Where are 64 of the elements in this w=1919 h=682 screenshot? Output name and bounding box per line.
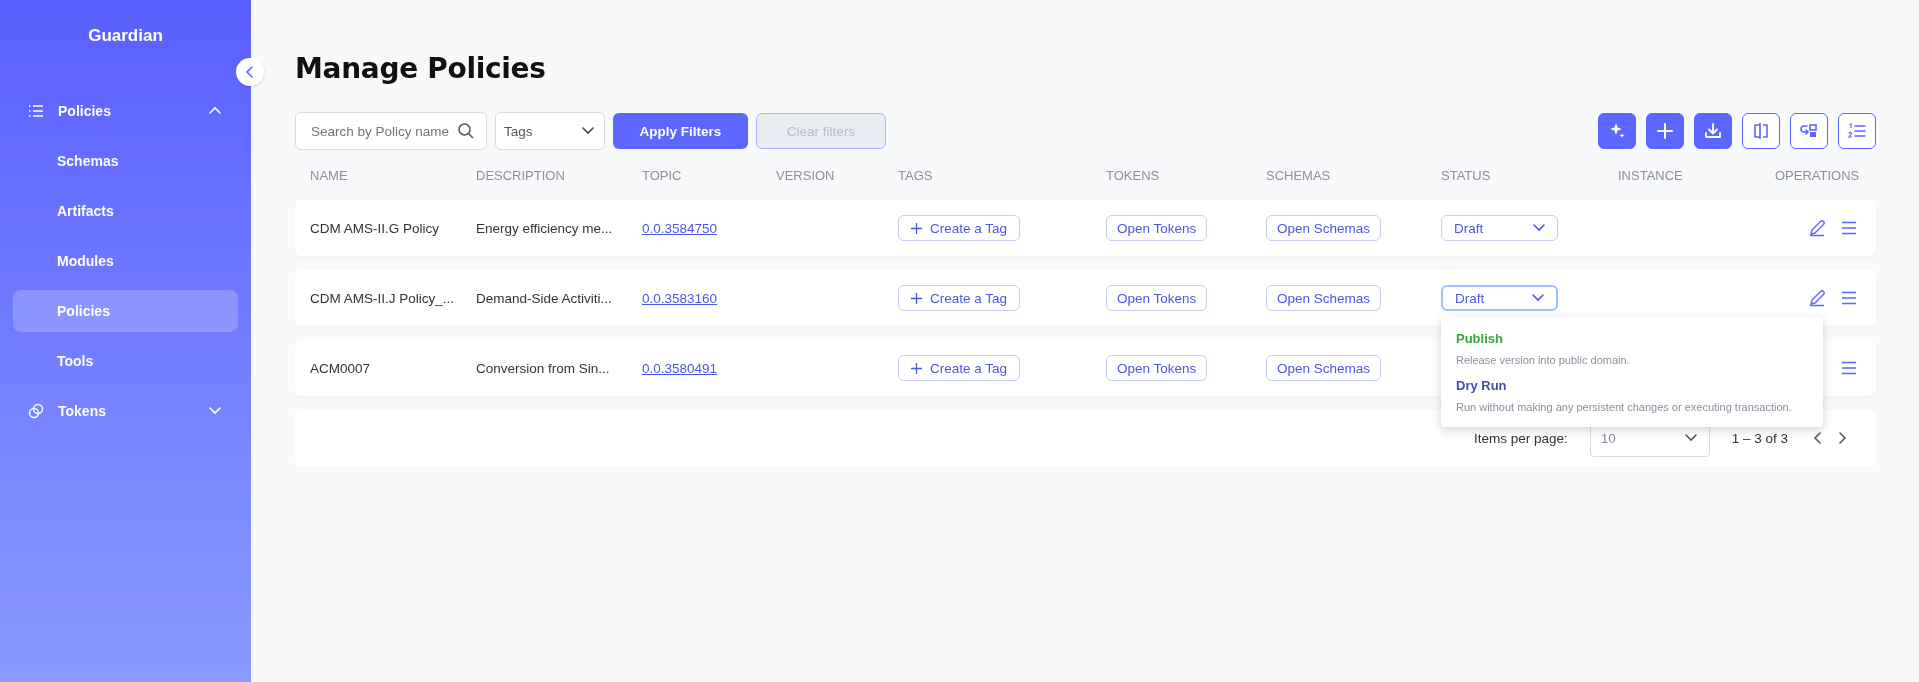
menu-icon[interactable] (1840, 289, 1858, 307)
table-cell-text: Demand-Side Activiti... (476, 290, 613, 306)
plus-icon (1654, 120, 1676, 142)
menu-icon[interactable] (1840, 359, 1858, 377)
edit-icon[interactable] (1808, 289, 1826, 307)
column-header: DESCRIPTION (476, 167, 566, 183)
column-header: TAGS (898, 167, 934, 183)
topic-link[interactable]: 0.0.3580491 (642, 360, 718, 376)
collapse-button[interactable] (236, 58, 264, 86)
plus-icon (911, 292, 922, 304)
numbered-list-button[interactable] (1838, 113, 1876, 149)
page-range: 1 – 3 of 3 (1731, 430, 1788, 446)
sidebar-item[interactable]: Schemas (13, 140, 238, 182)
sidebar-item[interactable]: Tokens (13, 390, 238, 432)
plus-icon (911, 222, 922, 234)
apply-filters-button[interactable]: Apply Filters (613, 113, 748, 149)
open-schemas-button[interactable]: Open Schemas (1266, 215, 1382, 241)
menu-option[interactable]: Publish Release version into public domain. (1441, 325, 1823, 372)
column-header: OPERATIONS (1775, 167, 1861, 183)
sidebar-item[interactable]: Policies (13, 90, 238, 132)
sidebar-item[interactable]: Tools (13, 340, 238, 382)
topic-link[interactable]: 0.0.3584750 (642, 220, 718, 236)
table-cell-text: Energy efficiency me... (476, 220, 614, 236)
sidebar-item[interactable]: Modules (13, 240, 238, 282)
add-button[interactable] (1646, 113, 1684, 149)
table-cell-text: CDM AMS-II.G Policy (310, 220, 440, 236)
page-title: Manage Policies (295, 52, 547, 87)
open-tokens-button[interactable]: Open Tokens (1106, 285, 1208, 311)
search-field[interactable]: Search by Policy name (295, 112, 487, 150)
brand-name: Guardian (87, 25, 164, 47)
column-header: STATUS (1441, 167, 1492, 183)
edit-icon[interactable] (1808, 219, 1826, 237)
column-header: VERSION (776, 167, 836, 183)
column-header: NAME (310, 167, 349, 183)
download-button[interactable] (1694, 113, 1732, 149)
topic-link[interactable]: 0.0.3583160 (642, 290, 718, 306)
open-tokens-button[interactable]: Open Tokens (1106, 215, 1208, 241)
plus-icon (911, 362, 922, 374)
compare-button[interactable] (1742, 113, 1780, 149)
column-header: INSTANCE (1618, 167, 1684, 183)
table-cell-text: CDM AMS-II.J Policy_... (310, 290, 456, 306)
open-schemas-button[interactable]: Open Schemas (1266, 285, 1382, 311)
status-dropdown[interactable]: Draft (1441, 285, 1558, 311)
swap-button[interactable] (1790, 113, 1828, 149)
status-dropdown[interactable]: Draft (1441, 215, 1558, 241)
search-icon[interactable] (457, 122, 475, 140)
sidebar-item[interactable]: Artifacts (13, 190, 238, 232)
column-header: TOPIC (642, 167, 683, 183)
table-cell-text: Conversion from Sin... (476, 360, 611, 376)
create-tag-button[interactable]: Create a Tag (898, 285, 1021, 311)
column-header: SCHEMAS (1266, 167, 1332, 183)
open-schemas-button[interactable]: Open Schemas (1266, 355, 1382, 381)
table-cell-text: ACM0007 (310, 360, 372, 376)
items-per-page-label: Items per page: (1473, 430, 1568, 446)
menu-icon[interactable] (1840, 219, 1858, 237)
column-header: TOKENS (1106, 167, 1161, 183)
open-tokens-button[interactable]: Open Tokens (1106, 355, 1208, 381)
tags-dropdown[interactable]: Tags (495, 112, 605, 150)
create-tag-button[interactable]: Create a Tag (898, 355, 1021, 381)
sparkle-button[interactable] (1598, 113, 1636, 149)
list-icon (28, 104, 44, 118)
menu-option[interactable]: Dry Run Run without making any persistent changes or executing transaction. (1441, 372, 1823, 419)
create-tag-button[interactable]: Create a Tag (898, 215, 1021, 241)
coins-icon (28, 403, 44, 419)
